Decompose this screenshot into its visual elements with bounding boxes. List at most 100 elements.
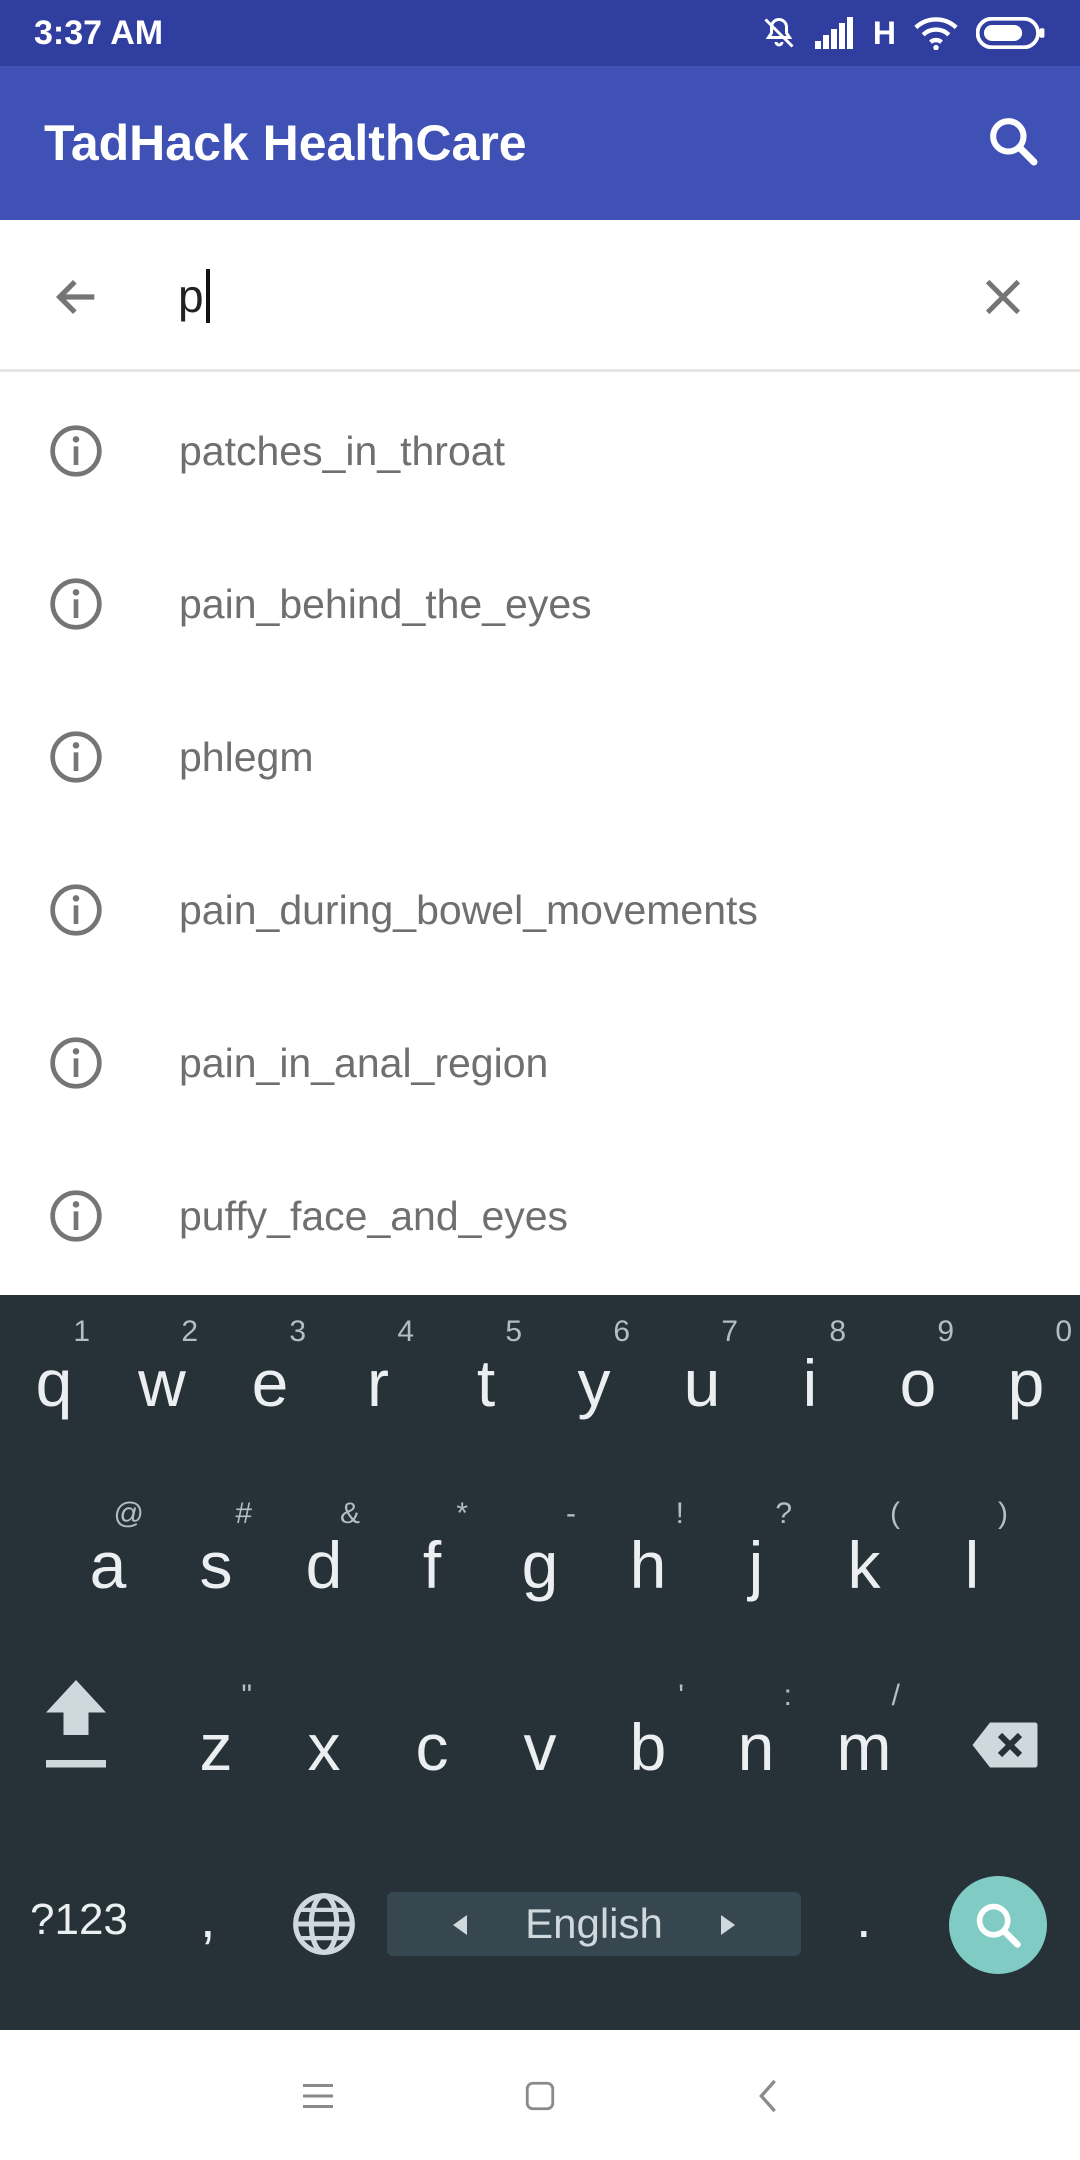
key-hint: : bbox=[783, 1679, 792, 1712]
space-key[interactable]: English bbox=[387, 1892, 801, 1956]
key-label: h bbox=[629, 1528, 667, 1602]
key-label: m bbox=[836, 1710, 892, 1784]
suggestion-item[interactable]: phlegm bbox=[0, 681, 1080, 834]
nav-menu-button[interactable] bbox=[288, 2066, 348, 2126]
key-o[interactable]: 9o bbox=[864, 1295, 972, 1465]
search-clear-button[interactable] bbox=[966, 260, 1040, 334]
key-j[interactable]: ? j bbox=[702, 1477, 810, 1647]
key-label: q bbox=[35, 1346, 73, 1420]
key-b[interactable]: ' b bbox=[594, 1659, 702, 1829]
key-label: b bbox=[629, 1710, 667, 1784]
key-f[interactable]: * f bbox=[378, 1477, 486, 1647]
language-prev-icon bbox=[453, 1915, 467, 1935]
key-k[interactable]: (k bbox=[810, 1477, 918, 1647]
key-label: u bbox=[683, 1346, 721, 1420]
toolbar-search-button[interactable] bbox=[978, 106, 1048, 176]
key-label: f bbox=[422, 1528, 442, 1602]
key-hint: 8 bbox=[829, 1315, 846, 1348]
wifi-icon bbox=[914, 16, 958, 50]
back-arrow-icon bbox=[55, 279, 95, 315]
language-next-icon bbox=[721, 1915, 735, 1935]
key-w[interactable]: 2w bbox=[108, 1295, 216, 1465]
key-hint: 9 bbox=[937, 1315, 954, 1348]
key-x[interactable]: x bbox=[270, 1659, 378, 1829]
key-m[interactable]: / m bbox=[810, 1659, 918, 1829]
suggestion-label: phlegm bbox=[179, 734, 314, 780]
space-label: English bbox=[525, 1900, 663, 1947]
key-hint: & bbox=[339, 1497, 360, 1530]
key-g[interactable]: -g bbox=[486, 1477, 594, 1647]
keyboard-search-button[interactable] bbox=[949, 1876, 1047, 1974]
key-y[interactable]: 6y bbox=[540, 1295, 648, 1465]
key-z[interactable]: " z bbox=[162, 1659, 270, 1829]
app-bar: TadHack HealthCare bbox=[0, 66, 1080, 220]
comma-key[interactable]: , bbox=[200, 1885, 216, 1950]
suggestion-item[interactable]: pain_behind_the_eyes bbox=[0, 528, 1080, 681]
key-p[interactable]: 0p bbox=[972, 1295, 1080, 1465]
key-hint: 5 bbox=[505, 1315, 522, 1348]
key-label: n bbox=[737, 1710, 775, 1784]
suggestion-list: patches_in_throat pain_behind_the_eyes p… bbox=[0, 375, 1080, 1295]
nav-home-button[interactable] bbox=[510, 2066, 570, 2126]
info-icon bbox=[50, 884, 102, 936]
suggestion-item[interactable]: patches_in_throat bbox=[0, 375, 1080, 528]
key-label: i bbox=[802, 1346, 818, 1420]
key-h[interactable]: ! h bbox=[594, 1477, 702, 1647]
key-n[interactable]: :n bbox=[702, 1659, 810, 1829]
key-label: j bbox=[748, 1528, 764, 1602]
key-label: w bbox=[138, 1346, 186, 1420]
suggestion-item[interactable]: pain_in_anal_region bbox=[0, 987, 1080, 1140]
soft-keyboard: 1q 2w 3e 4r 5t 6y 7u 8i 9o 0p @ a # s & d *… bbox=[0, 1295, 1080, 2030]
key-v[interactable]: v bbox=[486, 1659, 594, 1829]
key-a[interactable]: @ a bbox=[54, 1477, 162, 1647]
status-time: 3:37 AM bbox=[34, 14, 164, 52]
key-hint: * bbox=[456, 1497, 468, 1530]
period-key[interactable]: . bbox=[856, 1885, 872, 1950]
app-title: TadHack HealthCare bbox=[44, 115, 527, 171]
key-hint: 7 bbox=[721, 1315, 738, 1348]
key-hint: - bbox=[566, 1497, 576, 1530]
key-hint: 3 bbox=[289, 1315, 306, 1348]
key-hint: 4 bbox=[397, 1315, 414, 1348]
search-input[interactable]: p bbox=[178, 258, 938, 334]
search-icon bbox=[990, 118, 1038, 166]
clear-icon bbox=[985, 279, 1021, 315]
suggestion-item[interactable]: puffy_face_and_eyes bbox=[0, 1140, 1080, 1293]
key-label: c bbox=[415, 1710, 449, 1784]
status-bar: 3:37 AM H bbox=[0, 0, 1080, 66]
info-icon bbox=[50, 578, 102, 630]
key-label: e bbox=[251, 1346, 289, 1420]
key-label: d bbox=[305, 1528, 343, 1602]
key-s[interactable]: # s bbox=[162, 1477, 270, 1647]
delete-key[interactable] bbox=[945, 1685, 1065, 1805]
key-i[interactable]: 8i bbox=[756, 1295, 864, 1465]
key-e[interactable]: 3e bbox=[216, 1295, 324, 1465]
suggestion-item[interactable]: pain_during_bowel_movements bbox=[0, 834, 1080, 987]
key-t[interactable]: 5t bbox=[432, 1295, 540, 1465]
key-u[interactable]: 7u bbox=[648, 1295, 756, 1465]
key-hint: ) bbox=[998, 1497, 1008, 1530]
shift-key[interactable] bbox=[16, 1660, 136, 1780]
info-icon bbox=[50, 425, 102, 477]
key-label: r bbox=[367, 1346, 389, 1420]
suggestion-label: puffy_face_and_eyes bbox=[179, 1193, 569, 1239]
nav-back-button[interactable] bbox=[738, 2066, 798, 2126]
key-d[interactable]: & d bbox=[270, 1477, 378, 1647]
key-q[interactable]: 1q bbox=[0, 1295, 108, 1465]
symbols-key[interactable]: ?123 bbox=[30, 1895, 128, 1945]
key-hint: ! bbox=[675, 1497, 684, 1530]
key-hint: # bbox=[235, 1497, 252, 1530]
globe-icon[interactable] bbox=[290, 1890, 358, 1958]
key-l[interactable]: ) l bbox=[918, 1477, 1026, 1647]
suggestion-label: pain_behind_the_eyes bbox=[179, 581, 592, 627]
info-icon bbox=[50, 1037, 102, 1089]
key-label: k bbox=[847, 1528, 881, 1602]
key-hint: @ bbox=[113, 1497, 144, 1530]
suggestion-label: pain_during_bowel_movements bbox=[179, 887, 758, 933]
search-back-button[interactable] bbox=[40, 260, 114, 334]
key-hint: " bbox=[241, 1679, 252, 1712]
key-hint: 2 bbox=[181, 1315, 198, 1348]
key-c[interactable]: c bbox=[378, 1659, 486, 1829]
key-label: v bbox=[523, 1710, 557, 1784]
key-r[interactable]: 4r bbox=[324, 1295, 432, 1465]
